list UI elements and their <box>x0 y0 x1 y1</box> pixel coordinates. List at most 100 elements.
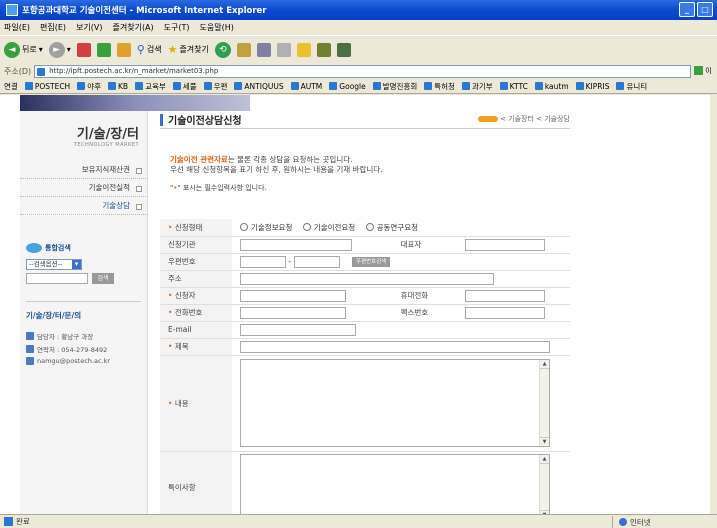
address-bar: 주소(D) http://ipft.postech.ac.kr/n_market… <box>0 63 717 79</box>
history-icon[interactable]: ⟲ <box>214 41 231 58</box>
search-option-select[interactable]: --검색옵션-- <box>26 259 82 270</box>
link-item[interactable]: 야후 <box>77 81 101 92</box>
link-item[interactable]: 세풀 <box>173 81 197 92</box>
contact-email[interactable]: namgu@postech.ac.kr <box>37 357 110 365</box>
folder-icon[interactable] <box>296 42 311 57</box>
menu-view[interactable]: 보기(V) <box>76 22 102 33</box>
link-item[interactable]: KB <box>108 82 128 91</box>
title-bar-marker <box>160 113 163 126</box>
link-item[interactable]: 유니티 <box>616 81 647 92</box>
stop-icon[interactable] <box>76 42 91 57</box>
email-input[interactable] <box>240 323 356 336</box>
home-icon-small[interactable] <box>478 116 499 122</box>
sidebar-item-transfer[interactable]: 기술이전실적 <box>20 179 148 197</box>
consult-form: 신청형태 기술정보요청 기술이전요청 공동연구요청 신청기관 대표자 우편번호 <box>160 219 570 514</box>
window-right-edge <box>710 95 717 514</box>
mail-icon[interactable] <box>236 42 251 57</box>
org-label: 신청기관 <box>160 236 232 254</box>
messenger-icon[interactable] <box>336 42 351 57</box>
link-item[interactable]: 특허청 <box>424 81 455 92</box>
scroll-up-icon[interactable]: ▲ <box>540 360 549 369</box>
link-item[interactable]: KTTC <box>500 82 528 91</box>
type-label: 신청형태 <box>160 219 232 237</box>
scroll-up-icon[interactable]: ▲ <box>540 455 549 464</box>
refresh-icon[interactable] <box>96 42 111 57</box>
globe-icon <box>619 518 627 526</box>
scrollbar[interactable]: ▲▼ <box>539 360 549 446</box>
link-item[interactable]: 발명진흥회 <box>373 81 418 92</box>
back-button[interactable]: ◄ 뒤로 ▾ <box>4 41 43 58</box>
sidebar-item-ip[interactable]: 보유지식재산권 <box>20 161 148 179</box>
search-icon: ⚲ <box>136 43 145 56</box>
contact-person: 담당자 : 황남구 과장 <box>37 333 94 341</box>
content-label: 내용 <box>160 355 232 452</box>
page-content: 기/술/장/터 TECHNOLOGY MARKET 보유지식재산권 기술이전실적… <box>0 95 717 514</box>
remarks-textarea[interactable]: ▲▼ <box>240 454 550 514</box>
radio-joint-research[interactable]: 공동연구요청 <box>365 222 418 233</box>
zip-search-button[interactable]: 우편번호검색 <box>351 256 391 267</box>
content-textarea[interactable]: ▲ ▼ <box>240 359 550 447</box>
mobile-input[interactable] <box>464 289 545 302</box>
scrollbar[interactable]: ▲▼ <box>539 455 549 514</box>
radio-tech-transfer[interactable]: 기술이전요청 <box>302 222 355 233</box>
search-button-side[interactable]: 검색 <box>92 273 114 284</box>
email-label: E-mail <box>160 321 232 339</box>
maximize-button[interactable]: □ <box>697 2 713 17</box>
go-button[interactable]: 이 <box>691 65 717 78</box>
menu-file[interactable]: 파일(E) <box>4 22 30 33</box>
search-input[interactable] <box>26 273 88 284</box>
radio-tech-info[interactable]: 기술정보요청 <box>240 222 292 233</box>
favorites-button[interactable]: ★ 즐겨찾기 <box>168 43 209 56</box>
fax-input[interactable] <box>464 306 545 319</box>
forward-button[interactable]: ► ▾ <box>48 41 71 58</box>
address-label: 주소(D) <box>4 66 32 76</box>
print-icon[interactable] <box>256 42 271 57</box>
applicant-input[interactable] <box>240 289 346 302</box>
link-item[interactable]: POSTECH <box>25 82 70 91</box>
phone-input[interactable] <box>240 306 346 319</box>
link-item[interactable]: 과기부 <box>462 81 493 92</box>
scroll-down-icon[interactable]: ▼ <box>540 437 549 446</box>
breadcrumb: < 기술장터 < 기술상담 <box>478 114 570 124</box>
sidebar-subtitle: TECHNOLOGY MARKET <box>73 142 139 148</box>
subject-label: 제목 <box>160 338 232 356</box>
link-item[interactable]: 우편 <box>204 81 228 92</box>
person-icon <box>26 332 34 340</box>
menu-bar: 파일(E) 편집(E) 보기(V) 즐겨찾기(A) 도구(T) 도움말(H) <box>0 20 717 35</box>
home-icon[interactable] <box>116 42 131 57</box>
address-label-field: 주소 <box>160 270 232 288</box>
fax-label: 팩스번호 <box>386 304 457 322</box>
address-input[interactable]: http://ipft.postech.ac.kr/n_market/marke… <box>34 64 691 78</box>
zip-input-2[interactable] <box>293 255 340 268</box>
zip-label: 우편번호 <box>160 253 232 271</box>
search-logo-icon <box>26 243 42 253</box>
ceo-label: 대표자 <box>386 236 457 254</box>
search-button[interactable]: ⚲ 검색 <box>137 43 162 56</box>
minimize-button[interactable]: _ <box>679 2 695 17</box>
link-item[interactable]: kautm <box>535 82 569 91</box>
menu-tools[interactable]: 도구(T) <box>164 22 190 33</box>
edit-icon[interactable] <box>276 42 291 57</box>
browser-window: 포항공과대학교 기술이전센터 - Microsoft Internet Expl… <box>0 0 717 528</box>
ceo-input[interactable] <box>464 238 545 251</box>
search-title: 통합검색 <box>45 244 71 252</box>
menu-help[interactable]: 도움말(H) <box>200 22 234 33</box>
link-item[interactable]: AUTM <box>291 82 323 91</box>
org-input[interactable] <box>240 238 352 251</box>
star-icon: ★ <box>167 43 178 56</box>
address-field[interactable] <box>240 272 494 285</box>
zip-input-1[interactable] <box>240 255 286 268</box>
radio-circle-icon <box>240 223 248 231</box>
link-item[interactable]: ANTIQUUS <box>234 82 283 91</box>
subject-input[interactable] <box>240 340 550 353</box>
sidebar-title: 기/술/장/터 <box>76 127 139 142</box>
link-item[interactable]: 교육부 <box>135 81 166 92</box>
sidebar-item-consult[interactable]: 기술상담 <box>20 197 148 215</box>
title-bar: 포항공과대학교 기술이전센터 - Microsoft Internet Expl… <box>0 0 717 20</box>
menu-favorites[interactable]: 즐겨찾기(A) <box>113 22 154 33</box>
link-item[interactable]: KIPRIS <box>576 82 610 91</box>
link-item[interactable]: Google <box>329 82 365 91</box>
menu-edit[interactable]: 편집(E) <box>40 22 66 33</box>
integrated-search: 통합검색 --검색옵션-- 검색 <box>26 243 136 284</box>
research-icon[interactable] <box>316 42 331 57</box>
